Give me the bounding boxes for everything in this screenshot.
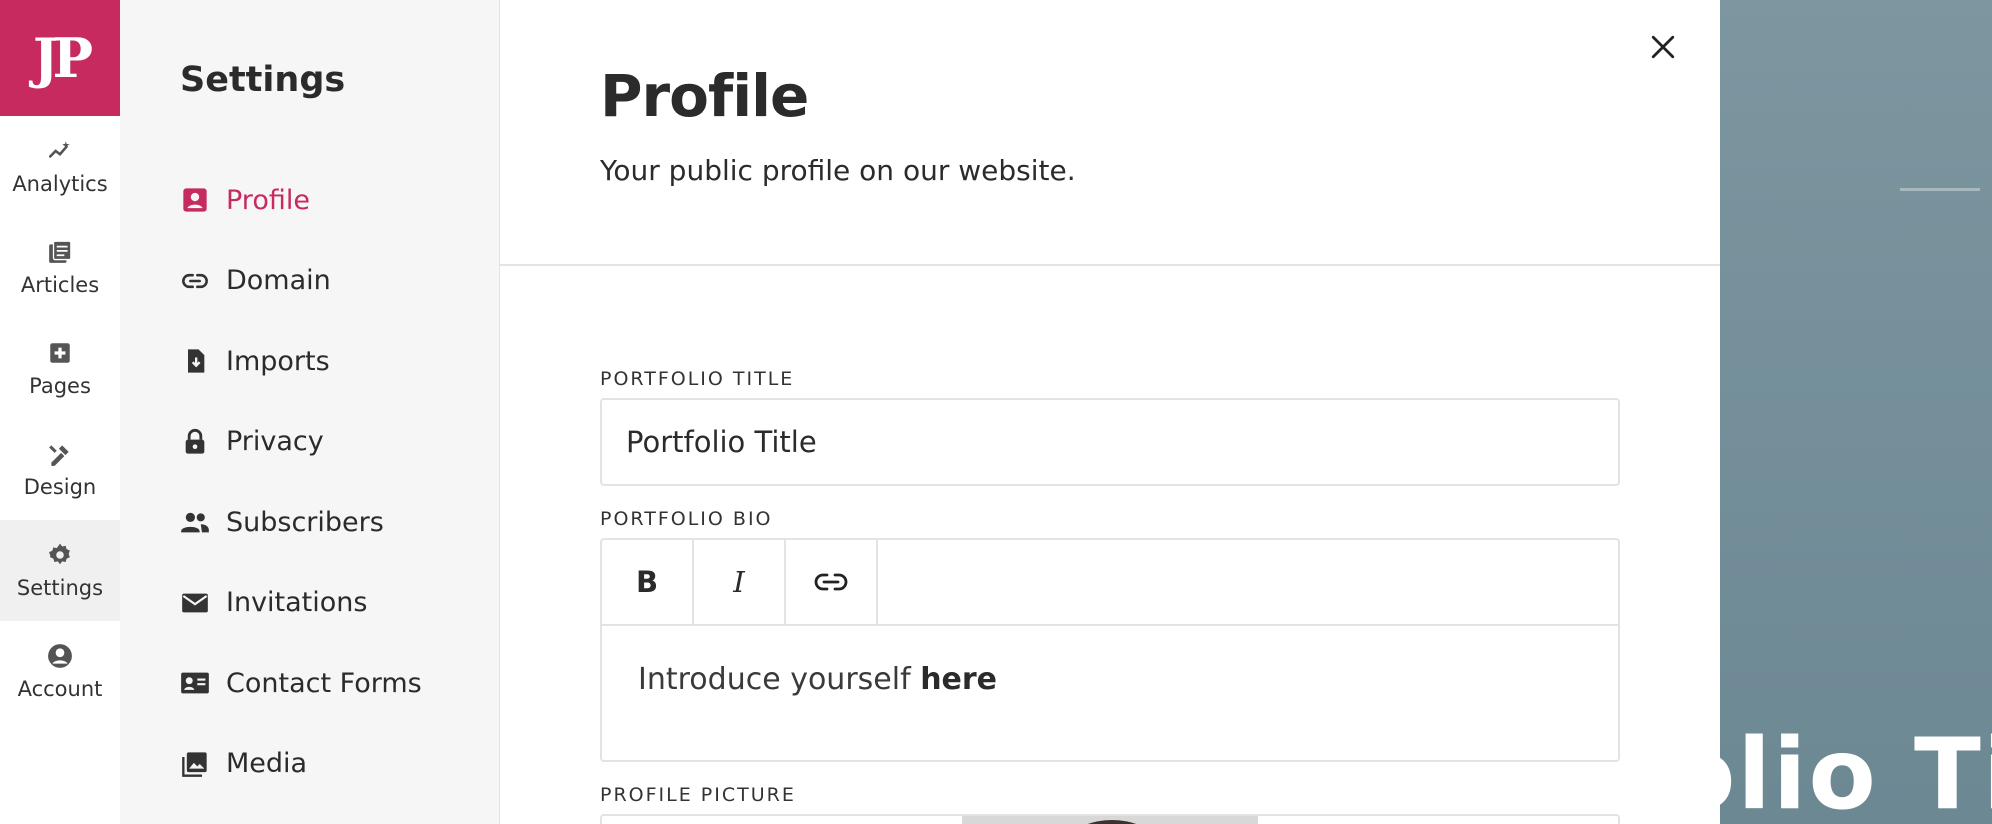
settings-item-privacy[interactable]: Privacy (180, 402, 422, 483)
link-button[interactable] (786, 540, 878, 624)
settings-item-label: Subscribers (226, 506, 384, 538)
account-icon (47, 643, 73, 669)
analytics-icon (47, 138, 73, 164)
portfolio-title-input[interactable] (600, 398, 1620, 486)
link-icon (814, 573, 848, 591)
mail-icon (180, 588, 210, 618)
portfolio-title-label: PORTFOLIO TITLE (600, 368, 795, 390)
image-icon (180, 749, 210, 779)
brand-logo[interactable]: JP (0, 0, 120, 116)
rail-item-label: Pages (29, 373, 91, 398)
settings-item-label: Profile (226, 184, 310, 216)
portfolio-bio-label: PORTFOLIO BIO (600, 508, 773, 530)
portfolio-bio-editor: B I Introduce yourself here (600, 538, 1620, 762)
design-icon (47, 441, 73, 467)
rail-item-label: Account (17, 676, 103, 701)
preview-portfolio-title: olio Ti (1720, 718, 1992, 824)
rail-item-analytics[interactable]: Analytics (0, 116, 120, 217)
close-icon (1651, 35, 1675, 59)
rail-item-label: Articles (20, 272, 100, 297)
link-icon (180, 266, 210, 296)
pages-icon (47, 340, 73, 366)
bio-text-area[interactable]: Introduce yourself here (602, 626, 1618, 733)
settings-item-label: Privacy (226, 426, 324, 458)
people-icon (180, 507, 210, 537)
profile-icon (180, 185, 210, 215)
settings-sidebar: Settings Profile Domain Imports Privacy (120, 0, 500, 824)
bio-text: Introduce yourself (638, 662, 921, 697)
articles-icon (47, 239, 73, 265)
rail-item-pages[interactable]: Pages (0, 318, 120, 419)
settings-title: Settings (180, 60, 346, 100)
page-title: Profile (600, 62, 809, 130)
icon-rail: JP Analytics Articles Pages Design Setti… (0, 0, 120, 824)
settings-item-profile[interactable]: Profile (180, 160, 422, 241)
lock-icon (180, 427, 210, 457)
gear-icon (47, 542, 73, 568)
bold-button[interactable]: B (602, 540, 694, 624)
profile-picture-thumbnail (962, 816, 1258, 824)
rail-item-label: Analytics (12, 171, 108, 196)
settings-item-contact-forms[interactable]: Contact Forms (180, 643, 422, 724)
profile-picture-label: PROFILE PICTURE (600, 784, 796, 806)
bio-text-bold: here (920, 662, 998, 697)
rail-item-label: Design (23, 474, 97, 499)
settings-item-label: Media (226, 748, 308, 780)
profile-settings-panel: Profile Your public profile on our websi… (500, 0, 1720, 824)
close-button[interactable] (1646, 30, 1680, 64)
logo-monogram: JP (32, 26, 93, 90)
settings-item-subscribers[interactable]: Subscribers (180, 482, 422, 563)
contact-card-icon (180, 668, 210, 698)
settings-item-label: Domain (226, 265, 331, 297)
rail-item-label: Settings (16, 575, 104, 600)
preview-texture (1900, 188, 1980, 191)
settings-menu: Profile Domain Imports Privacy Subscribe… (180, 160, 422, 804)
settings-item-domain[interactable]: Domain (180, 241, 422, 322)
italic-button[interactable]: I (694, 540, 786, 624)
site-preview: olio Ti (1720, 0, 1992, 824)
settings-item-label: Imports (226, 345, 330, 377)
page-subtitle: Your public profile on our website. (600, 154, 1076, 187)
settings-item-imports[interactable]: Imports (180, 321, 422, 402)
editor-toolbar: B I (602, 540, 1618, 626)
rail-item-settings[interactable]: Settings (0, 520, 120, 621)
profile-picture-uploader[interactable] (600, 814, 1620, 824)
panel-header: Profile Your public profile on our websi… (500, 0, 1720, 266)
import-icon (180, 346, 210, 376)
settings-item-media[interactable]: Media (180, 724, 422, 805)
settings-item-label: Invitations (226, 587, 368, 619)
rail-item-account[interactable]: Account (0, 621, 120, 722)
rail-item-design[interactable]: Design (0, 419, 120, 520)
settings-item-invitations[interactable]: Invitations (180, 563, 422, 644)
settings-item-label: Contact Forms (226, 667, 422, 699)
rail-item-articles[interactable]: Articles (0, 217, 120, 318)
